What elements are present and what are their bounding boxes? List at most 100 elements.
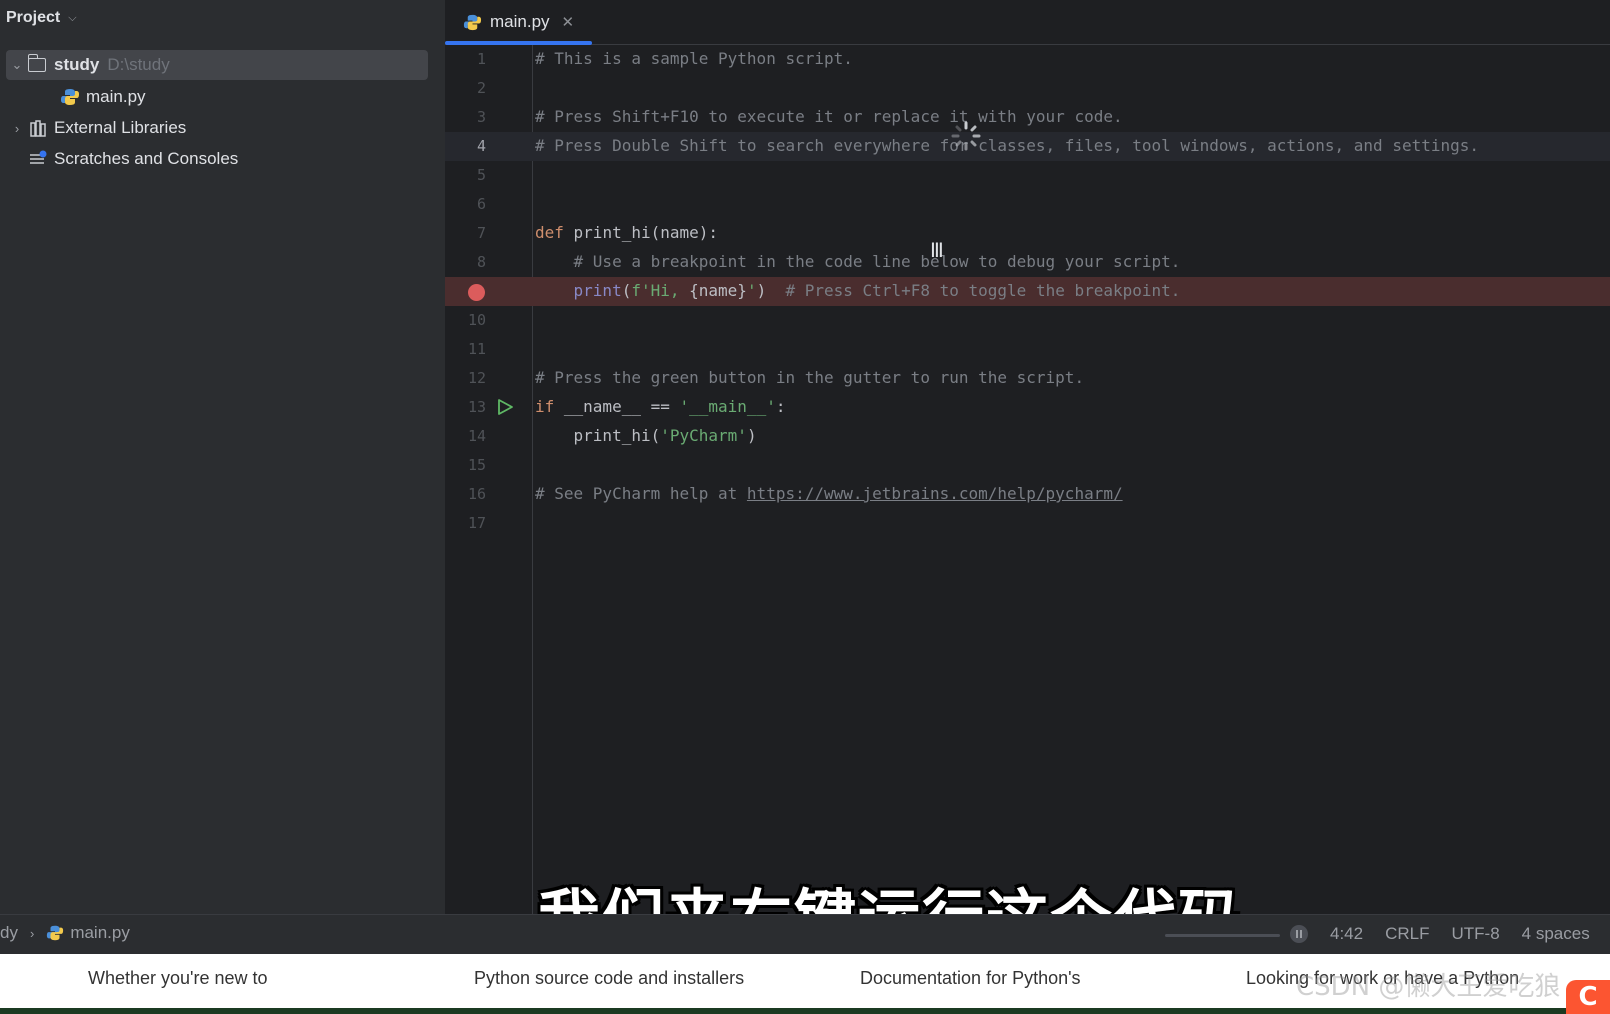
code-line-4[interactable]: 4 # Press Double Shift to search everywh… xyxy=(445,132,1610,161)
tab-main-py[interactable]: main.py ✕ xyxy=(445,0,593,45)
code-line-6[interactable]: 6 xyxy=(445,190,1610,219)
scratches-icon xyxy=(30,150,47,164)
code-text: # Press Shift+F10 to execute it or repla… xyxy=(535,107,1123,126)
tree-item-path: D:\study xyxy=(107,55,170,74)
webpage-link[interactable]: Whether you're new to xyxy=(88,968,268,989)
file-encoding[interactable]: UTF-8 xyxy=(1452,924,1500,944)
text-cursor-icon: Ⅲ xyxy=(930,238,944,262)
background-task-progress xyxy=(1165,934,1280,937)
tree-item-label: study xyxy=(54,55,100,74)
loading-spinner-icon xyxy=(951,121,981,151)
code-text: print_hi('PyCharm') xyxy=(535,426,757,445)
folder-icon xyxy=(27,54,46,72)
keyword-def: def xyxy=(535,223,564,242)
cursor-position[interactable]: 4:42 xyxy=(1330,924,1363,944)
code-line-14[interactable]: 14 print_hi('PyCharm') xyxy=(445,422,1610,451)
help-link[interactable]: https://www.jetbrains.com/help/pycharm/ xyxy=(747,484,1123,503)
line-number: 11 xyxy=(467,340,486,358)
tree-item-main-py[interactable]: main.py xyxy=(60,82,146,112)
code-line-8[interactable]: 8 # Use a breakpoint in the code line be… xyxy=(445,248,1610,277)
line-number: 10 xyxy=(467,311,486,329)
code-line-1[interactable]: 1 # This is a sample Python script. xyxy=(445,45,1610,74)
code-line-17[interactable]: 17 xyxy=(445,509,1610,538)
pause-icon[interactable] xyxy=(1290,925,1308,943)
status-widgets: 4:42 CRLF UTF-8 4 spaces Py xyxy=(1290,924,1610,944)
breadcrumb: dy › main.py xyxy=(0,923,130,943)
status-bar: dy › main.py 4:42 CRLF UTF-8 4 spaces Py xyxy=(0,914,1610,954)
line-number: 14 xyxy=(467,427,486,445)
string-literal: f'Hi, xyxy=(631,281,690,300)
csdn-watermark: CSDN @懒大王爱吃狼 xyxy=(1296,972,1561,1002)
code-fragment: __name__ == xyxy=(554,397,680,416)
code-line-10[interactable]: 10 xyxy=(445,306,1610,335)
code-line-16[interactable]: 16 # See PyCharm help at https://www.jet… xyxy=(445,480,1610,509)
line-number: 15 xyxy=(467,456,486,474)
code-fragment xyxy=(535,281,574,300)
fstring-interpolation: {name} xyxy=(689,281,747,300)
line-number: 6 xyxy=(476,195,486,213)
code-text: # Use a breakpoint in the code line belo… xyxy=(535,252,1181,271)
code-line-2[interactable]: 2 xyxy=(445,74,1610,103)
string-literal: 'PyCharm' xyxy=(660,426,747,445)
breakpoint-icon[interactable] xyxy=(468,284,485,301)
library-icon xyxy=(30,120,46,137)
line-number: 1 xyxy=(476,50,486,68)
code-comment: # See PyCharm help at xyxy=(535,484,747,503)
line-number: 13 xyxy=(467,398,486,416)
tree-item-external-libraries[interactable]: › External Libraries xyxy=(6,113,186,143)
code-text: # Press Double Shift to search everywher… xyxy=(535,136,1480,155)
line-number: 8 xyxy=(476,253,486,271)
tab-label: main.py xyxy=(490,12,550,31)
code-line-9[interactable]: 9 print(f'Hi, {name}') # Press Ctrl+F8 t… xyxy=(445,277,1610,306)
code-text: # This is a sample Python script. xyxy=(535,49,853,68)
breadcrumb-project[interactable]: dy xyxy=(0,923,18,943)
breadcrumb-file[interactable]: main.py xyxy=(70,923,130,943)
code-text: def print_hi(name): xyxy=(535,223,718,242)
line-number: 16 xyxy=(467,485,486,503)
close-icon[interactable]: ✕ xyxy=(562,13,575,31)
chevron-right-icon: › xyxy=(29,925,35,941)
indent-setting[interactable]: 4 spaces xyxy=(1522,924,1590,944)
chevron-right-icon[interactable]: › xyxy=(6,121,28,136)
project-tool-window: Project ⌵ ⌄ study D:\study main.py › Ext… xyxy=(0,0,445,914)
code-editor[interactable]: 1 # This is a sample Python script. 2 3 … xyxy=(445,45,1610,914)
webpage-link[interactable]: Documentation for Python's xyxy=(860,968,1081,989)
webpage-link[interactable]: Python source code and installers xyxy=(474,968,744,989)
chevron-down-icon[interactable]: ⌵ xyxy=(68,12,76,25)
code-text: print(f'Hi, {name}') # Press Ctrl+F8 to … xyxy=(535,281,1181,300)
code-line-15[interactable]: 15 xyxy=(445,451,1610,480)
code-fragment: : xyxy=(775,397,786,416)
python-file-icon xyxy=(61,89,79,105)
code-line-5[interactable]: 5 xyxy=(445,161,1610,190)
code-fragment: ) xyxy=(746,426,757,445)
line-number: 17 xyxy=(467,514,486,532)
project-view-selector[interactable]: Project ⌵ xyxy=(6,4,77,32)
bottom-edge xyxy=(0,1008,1610,1014)
string-literal: '__main__' xyxy=(679,397,776,416)
chevron-down-icon[interactable]: ⌄ xyxy=(6,57,28,73)
line-number: 3 xyxy=(476,108,486,126)
line-number: 12 xyxy=(467,369,486,387)
code-text: # Press the green button in the gutter t… xyxy=(535,368,1085,387)
code-fragment: ) xyxy=(756,281,767,300)
code-line-12[interactable]: 12 # Press the green button in the gutte… xyxy=(445,364,1610,393)
code-line-11[interactable]: 11 xyxy=(445,335,1610,364)
tree-item-study[interactable]: ⌄ study D:\study xyxy=(6,50,428,80)
code-fragment: print_hi( xyxy=(535,426,661,445)
code-line-3[interactable]: 3 # Press Shift+F10 to execute it or rep… xyxy=(445,103,1610,132)
inline-comment: # Press Ctrl+F8 to toggle the breakpoint… xyxy=(766,281,1181,300)
builtin-print: print xyxy=(573,281,622,300)
line-number: 7 xyxy=(476,224,486,242)
run-icon[interactable] xyxy=(496,398,514,416)
string-literal: ' xyxy=(746,281,757,300)
keyword-if: if xyxy=(535,397,555,416)
tree-item-scratches[interactable]: Scratches and Consoles xyxy=(28,144,238,174)
tree-item-label: External Libraries xyxy=(54,118,187,137)
project-title: Project xyxy=(6,9,61,26)
python-file-icon xyxy=(47,925,64,941)
code-line-13[interactable]: 13 if __name__ == '__main__': xyxy=(445,393,1610,422)
line-separator[interactable]: CRLF xyxy=(1385,924,1429,944)
line-number: 5 xyxy=(476,166,486,184)
code-text: if __name__ == '__main__': xyxy=(535,397,785,416)
code-line-7[interactable]: 7 def print_hi(name): xyxy=(445,219,1610,248)
